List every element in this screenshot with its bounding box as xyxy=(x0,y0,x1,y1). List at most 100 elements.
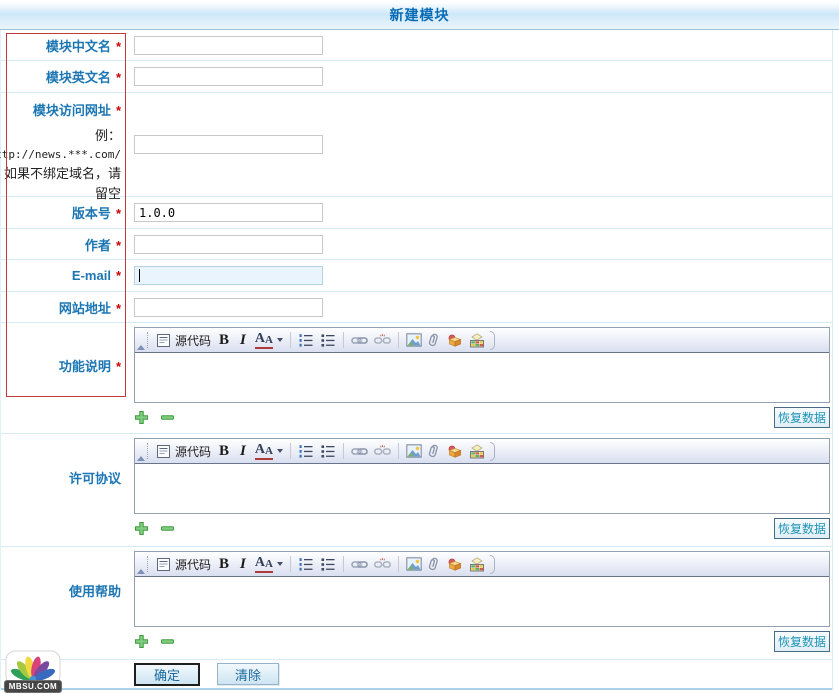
toolbar-separator xyxy=(398,556,399,572)
form-row-website: 网站地址 * xyxy=(1,292,832,323)
unordered-list-button[interactable] xyxy=(320,556,336,572)
insert-attachment-button[interactable] xyxy=(428,443,441,459)
toolbar-separator xyxy=(290,556,291,572)
font-color-icon: AA xyxy=(255,332,273,349)
source-code-button[interactable]: 源代码 xyxy=(156,443,211,460)
remove-link-button[interactable] xyxy=(374,557,391,571)
image-icon xyxy=(406,557,422,571)
insert-link-button[interactable] xyxy=(351,334,368,347)
unordered-list-button[interactable] xyxy=(320,443,336,459)
bold-button[interactable]: B xyxy=(217,556,231,573)
unordered-list-button[interactable] xyxy=(320,332,336,348)
page-title: 新建模块 xyxy=(390,5,450,25)
font-color-button[interactable]: AA xyxy=(255,443,283,460)
insert-link-button[interactable] xyxy=(351,558,368,571)
collapse-toolbar-button[interactable] xyxy=(135,328,146,352)
restore-data-button[interactable]: 恢复数据 xyxy=(774,518,830,539)
source-code-button[interactable]: 源代码 xyxy=(156,332,211,349)
toolbar-separator xyxy=(290,443,291,459)
restore-data-button[interactable]: 恢复数据 xyxy=(774,407,830,428)
toolbar-drag-handle[interactable] xyxy=(147,332,148,348)
insert-media-button[interactable] xyxy=(447,444,463,458)
editor-content-area[interactable] xyxy=(135,353,829,402)
required-marker: * xyxy=(116,39,121,54)
editor-actions: 恢复数据 xyxy=(134,403,830,429)
insert-media-button[interactable] xyxy=(447,333,463,347)
add-editor-button[interactable] xyxy=(134,410,149,425)
remove-link-button[interactable] xyxy=(374,444,391,458)
insert-image-button[interactable] xyxy=(406,444,422,458)
ordered-list-button[interactable] xyxy=(298,556,314,572)
remove-link-button[interactable] xyxy=(374,333,391,347)
toolbar-drag-handle[interactable] xyxy=(147,443,148,459)
collapse-arrow-icon xyxy=(137,456,145,461)
insert-table-button[interactable] xyxy=(469,444,485,459)
ok-button[interactable]: 确定 xyxy=(134,663,200,686)
required-marker: * xyxy=(116,103,121,118)
insert-table-button[interactable] xyxy=(469,557,485,572)
editor-content-area[interactable] xyxy=(135,577,829,626)
italic-button[interactable]: I xyxy=(237,556,249,573)
italic-button[interactable]: I xyxy=(237,443,249,460)
source-code-button[interactable]: 源代码 xyxy=(156,556,211,573)
insert-attachment-button[interactable] xyxy=(428,332,441,348)
module-url-label: 模块访问网址 xyxy=(33,100,111,119)
clear-button[interactable]: 清除 xyxy=(217,663,279,685)
ordered-list-button[interactable] xyxy=(298,443,314,459)
editor-toolbar: 源代码 B I AA xyxy=(135,328,829,353)
insert-media-button[interactable] xyxy=(447,557,463,571)
add-editor-button[interactable] xyxy=(134,634,149,649)
bold-button[interactable]: B xyxy=(217,443,231,460)
version-input[interactable] xyxy=(134,203,323,222)
form-row-author: 作者 * xyxy=(1,229,832,260)
author-label: 作者 xyxy=(85,235,111,254)
remove-editor-button[interactable] xyxy=(160,634,175,649)
chevron-down-icon xyxy=(277,562,283,566)
font-color-button[interactable]: AA xyxy=(255,332,283,349)
module-cn-name-input[interactable] xyxy=(134,36,323,55)
font-color-button[interactable]: AA xyxy=(255,556,283,573)
editor-content-area[interactable] xyxy=(135,464,829,513)
website-input[interactable] xyxy=(134,298,323,317)
paperclip-icon xyxy=(428,332,441,348)
collapse-toolbar-button[interactable] xyxy=(135,552,146,576)
description-editor-slot: 源代码 B I AA xyxy=(134,327,830,429)
toolbar-drag-handle[interactable] xyxy=(147,556,148,572)
ordered-list-button[interactable] xyxy=(298,332,314,348)
license-label: 许可协议 xyxy=(69,468,121,487)
insert-table-button[interactable] xyxy=(469,333,485,348)
insert-image-button[interactable] xyxy=(406,557,422,571)
plus-icon xyxy=(134,521,149,536)
editor-block: 源代码 B I AA xyxy=(134,551,830,653)
italic-button[interactable]: I xyxy=(237,332,249,349)
source-code-label: 源代码 xyxy=(175,332,211,349)
collapse-arrow-icon xyxy=(137,345,145,350)
module-url-input[interactable] xyxy=(134,135,323,154)
author-input[interactable] xyxy=(134,235,323,254)
insert-attachment-button[interactable] xyxy=(428,556,441,572)
module-en-name-input[interactable] xyxy=(134,67,323,86)
website-label: 网站地址 xyxy=(59,298,111,317)
rich-text-editor: 源代码 B I AA xyxy=(134,551,830,627)
page-header: 新建模块 xyxy=(0,0,839,30)
site-logo: MBSU.COM xyxy=(2,650,64,693)
table-icon xyxy=(469,557,485,572)
restore-data-button[interactable]: 恢复数据 xyxy=(774,631,830,652)
bold-button[interactable]: B xyxy=(217,332,231,349)
insert-link-button[interactable] xyxy=(351,445,368,458)
toolbar-endcap xyxy=(490,442,495,461)
add-editor-button[interactable] xyxy=(134,521,149,536)
toolbar-separator xyxy=(398,332,399,348)
minus-icon xyxy=(160,410,175,425)
collapse-toolbar-button[interactable] xyxy=(135,439,146,463)
remove-editor-button[interactable] xyxy=(160,410,175,425)
module-en-name-label: 模块英文名 xyxy=(46,67,111,86)
insert-image-button[interactable] xyxy=(406,333,422,347)
link-icon xyxy=(351,334,368,347)
module-cn-name-label: 模块中文名 xyxy=(46,36,111,55)
email-input[interactable] xyxy=(134,266,323,285)
remove-editor-button[interactable] xyxy=(160,521,175,536)
link-icon xyxy=(351,445,368,458)
editor-actions: 恢复数据 xyxy=(134,627,830,653)
source-code-icon xyxy=(156,333,171,348)
